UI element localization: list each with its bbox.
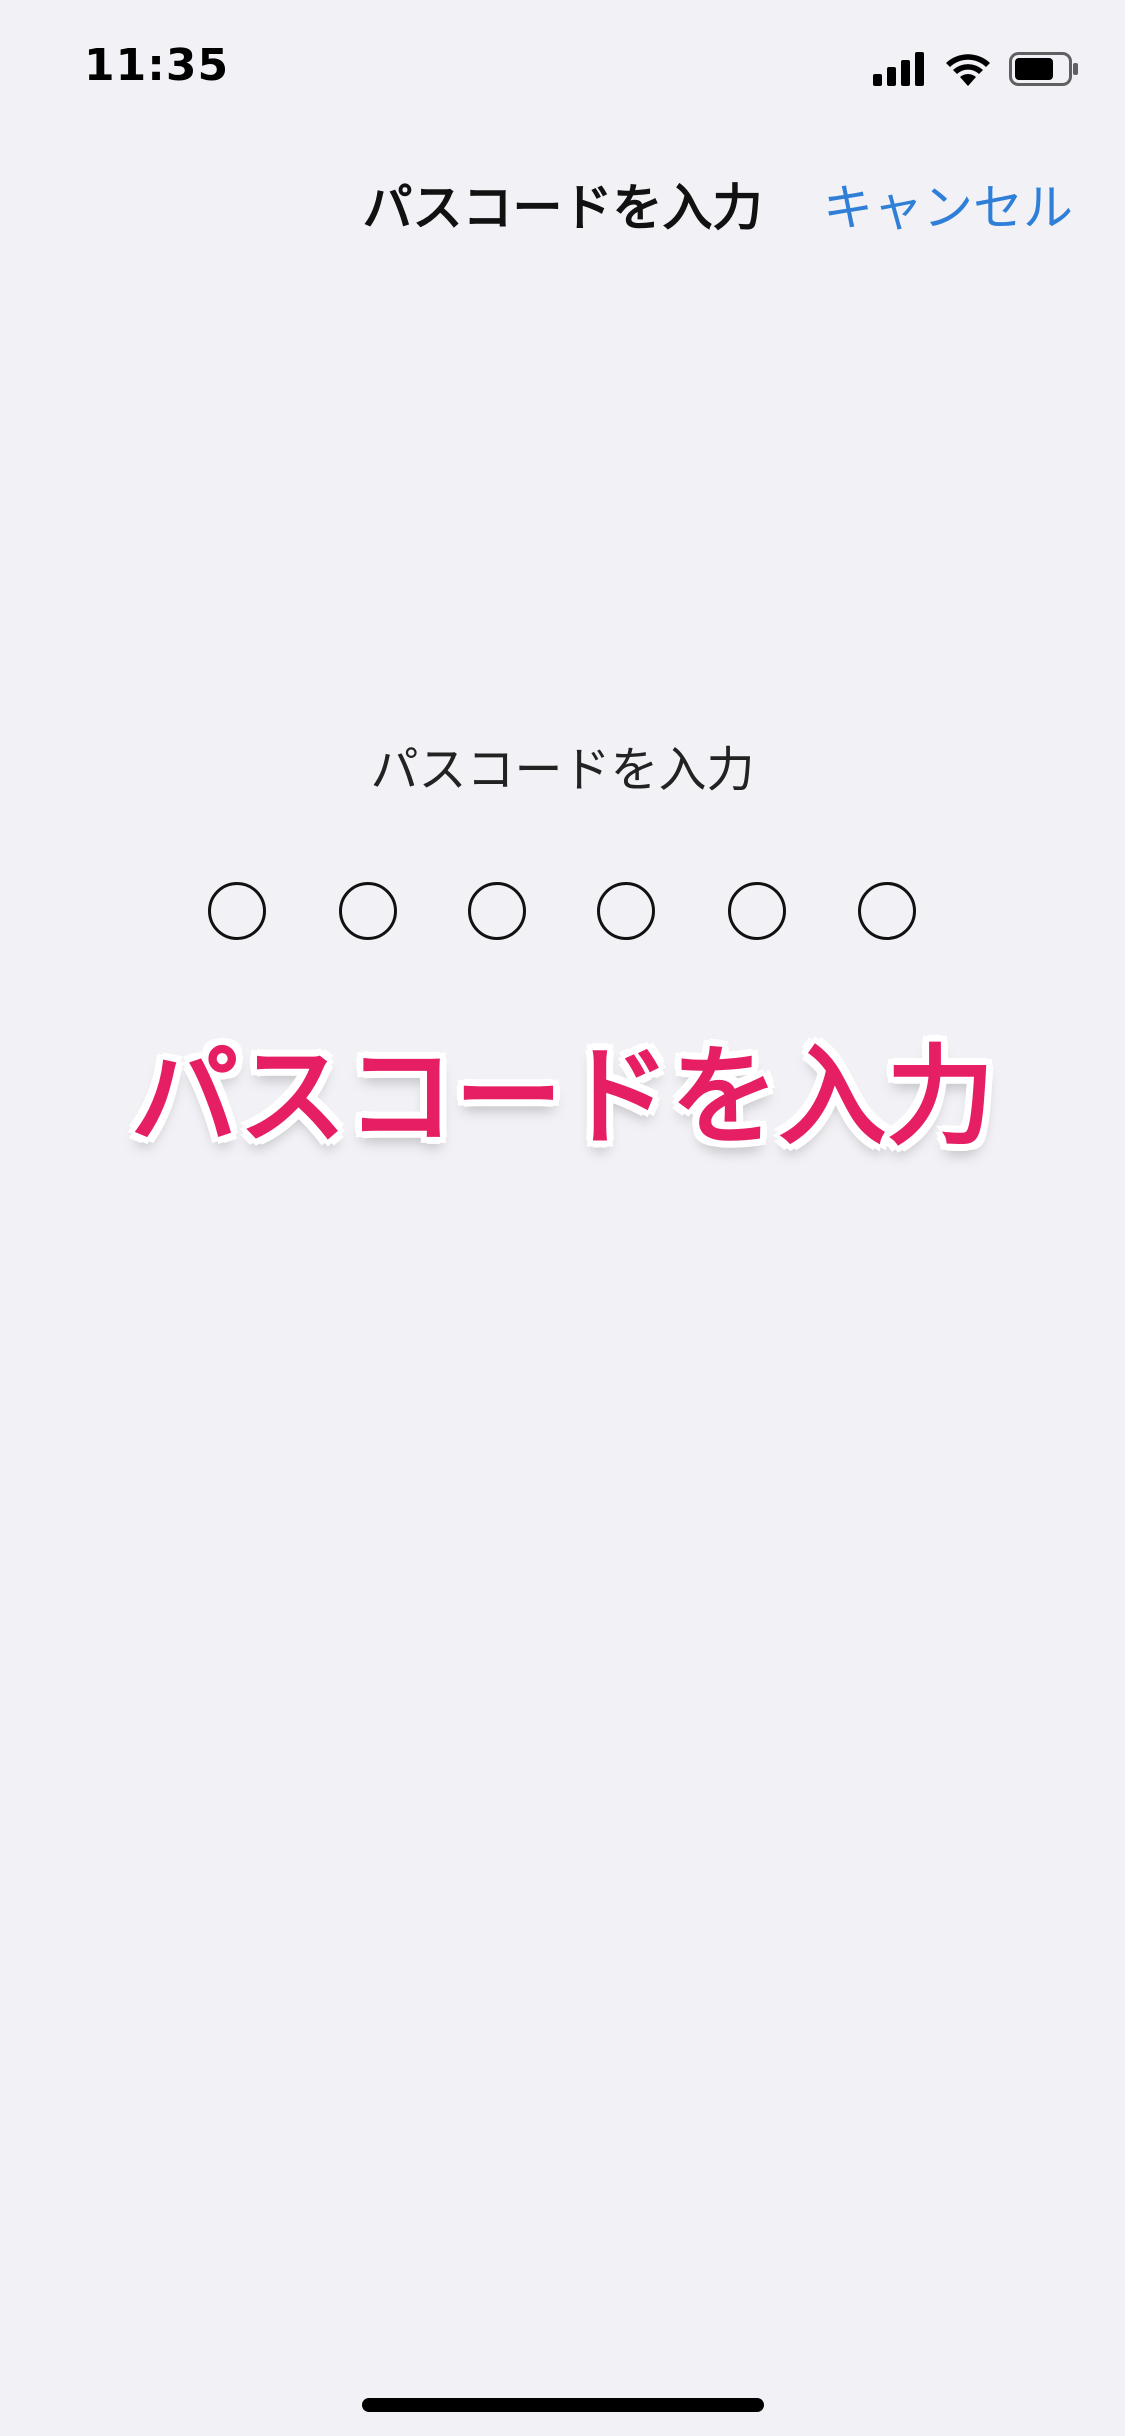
status-icons [873,48,1079,90]
passcode-dot [597,882,655,940]
passcode-screen: 11:35 パスコードを入力 キャンセル パスコードを入力 パスコードを入力 [0,0,1125,2436]
cellular-signal-icon [873,52,927,86]
home-indicator[interactable] [362,2398,764,2412]
passcode-dot [339,882,397,940]
overlay-caption: パスコードを入力 [130,1035,995,1160]
battery-icon [1009,52,1079,86]
passcode-dot [468,882,526,940]
status-time: 11:35 [84,40,230,91]
passcode-dots [208,882,918,940]
status-bar: 11:35 [0,0,1125,135]
passcode-dot [728,882,786,940]
wifi-icon [945,52,991,86]
passcode-prompt: パスコードを入力 [370,742,755,798]
cancel-button[interactable]: キャンセル [823,168,1073,240]
passcode-dot [858,882,916,940]
passcode-dot [208,882,266,940]
